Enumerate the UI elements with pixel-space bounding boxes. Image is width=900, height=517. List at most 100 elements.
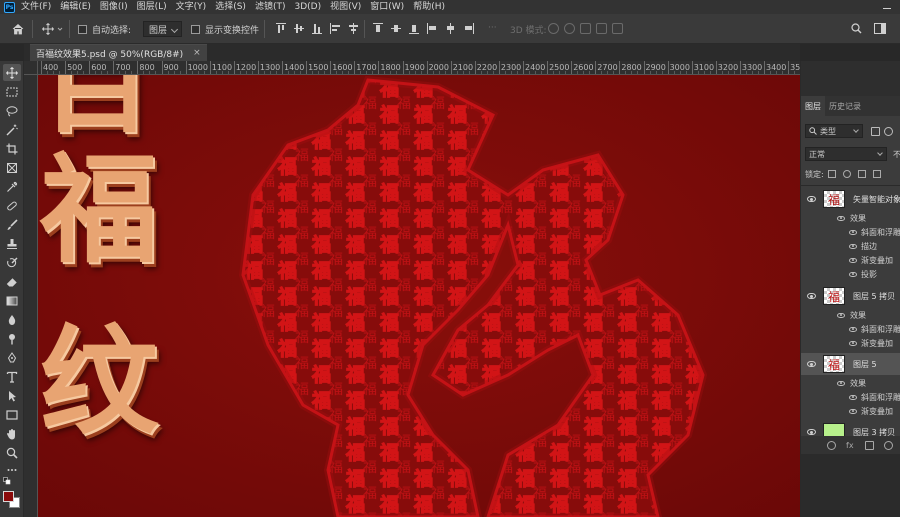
move-icon[interactable] [3,64,21,81]
gradient-icon[interactable] [3,292,21,309]
effect-row[interactable]: 渐变叠加 [801,405,900,418]
effect-row[interactable]: 斜面和浮雕 [801,226,900,239]
ruler-vertical[interactable] [24,75,38,517]
foreground-color-swatch[interactable] [3,491,14,502]
distribute-top-icon[interactable] [373,23,383,34]
default-colors-icon[interactable] [3,477,11,485]
align-hcenter-icon[interactable] [348,23,358,34]
menu-image[interactable]: 图像(I) [100,0,128,14]
adjustment-layer-icon[interactable] [884,440,893,450]
eraser-icon[interactable] [3,273,21,290]
type-icon[interactable] [3,368,21,385]
visibility-eye-icon[interactable] [849,272,857,277]
move-tool-icon[interactable] [42,23,54,35]
visibility-eye-icon[interactable] [849,327,857,332]
effects-row[interactable]: 效果 [801,309,900,322]
effect-row[interactable]: 投影 [801,268,900,281]
visibility-eye-icon[interactable] [837,381,845,386]
path-select-icon[interactable] [3,387,21,404]
visibility-eye-icon[interactable] [837,313,845,318]
rectangle-icon[interactable] [3,406,21,423]
hand-icon[interactable] [3,425,21,442]
lock-transparent-icon[interactable] [827,170,836,178]
visibility-eye-icon[interactable] [849,258,857,263]
slide-3d-icon[interactable] [596,23,607,34]
align-top-icon[interactable] [276,23,286,34]
home-icon[interactable] [12,23,24,35]
align-bottom-icon[interactable] [312,23,322,34]
menu-type[interactable]: 文字(Y) [176,0,207,14]
stamp-icon[interactable] [3,235,21,252]
distribute-vcenter-icon[interactable] [391,23,401,34]
visibility-eye-icon[interactable] [849,409,857,414]
scale-3d-icon[interactable] [612,23,623,34]
distribute-bottom-icon[interactable] [409,23,419,34]
menu-select[interactable]: 选择(S) [215,0,246,14]
lock-image-icon[interactable] [842,170,851,178]
visibility-eye-icon[interactable] [849,244,857,249]
visibility-eye-icon[interactable] [807,361,816,367]
distribute-left-icon[interactable] [427,23,437,34]
close-icon[interactable]: × [193,48,201,58]
pen-icon[interactable] [3,349,21,366]
effect-row[interactable]: 斜面和浮雕 [801,391,900,404]
filter-adjustment-icon[interactable] [884,126,893,136]
dodge-icon[interactable] [3,330,21,347]
effect-row[interactable]: 斜面和浮雕 [801,323,900,336]
orbit-3d-icon[interactable] [548,23,559,34]
effects-row[interactable]: 效果 [801,212,900,225]
menu-filter[interactable]: 滤镜(T) [255,0,286,14]
lock-position-icon[interactable] [857,170,866,178]
layer-row-selected[interactable]: 福 图层 5 [801,353,900,375]
roll-3d-icon[interactable] [564,23,575,34]
show-transform-checkbox[interactable] [191,24,200,34]
drag-3d-icon[interactable] [580,23,591,34]
effect-row[interactable]: 描边 [801,240,900,253]
visibility-eye-icon[interactable] [849,230,857,235]
visibility-eye-icon[interactable] [849,395,857,400]
layer-filter-dropdown[interactable]: 类型 [805,124,863,138]
tab-history[interactable]: 历史记录 [825,96,865,116]
search-icon[interactable] [851,23,862,34]
distribute-hcenter-icon[interactable] [445,23,455,34]
auto-select-dropdown[interactable]: 图层 [143,21,183,37]
document-tab[interactable]: 百福纹效果5.psd @ 50%(RGB/8#) × [30,44,207,61]
options-more-icon[interactable]: ··· [488,23,497,33]
brush-icon[interactable] [3,216,21,233]
minimize-icon[interactable] [882,2,892,12]
menu-view[interactable]: 视图(V) [330,0,361,14]
more-icon[interactable] [3,461,21,478]
link-layers-icon[interactable] [827,440,836,450]
effect-row[interactable]: 渐变叠加 [801,337,900,350]
filter-pixel-icon[interactable] [871,126,880,136]
lasso-icon[interactable] [3,102,21,119]
tab-layers[interactable]: 图层 [801,96,825,116]
photoshop-logo-icon[interactable]: Ps [4,1,15,13]
visibility-eye-icon[interactable] [837,216,845,221]
menu-edit[interactable]: 编辑(E) [60,0,91,14]
visibility-eye-icon[interactable] [807,293,816,299]
marquee-icon[interactable] [3,83,21,100]
align-left-icon[interactable] [330,23,340,34]
visibility-eye-icon[interactable] [807,196,816,202]
menu-help[interactable]: 帮助(H) [413,0,445,14]
menu-window[interactable]: 窗口(W) [370,0,404,14]
frame-icon[interactable] [3,159,21,176]
effects-row[interactable]: 效果 [801,377,900,390]
auto-select-checkbox[interactable] [78,24,87,34]
document-canvas[interactable]: 百 福 纹 福 福 [38,75,800,517]
add-mask-icon[interactable] [865,440,874,450]
lock-artboard-icon[interactable] [872,170,881,178]
crop-icon[interactable] [3,140,21,157]
eyedropper-icon[interactable] [3,178,21,195]
visibility-eye-icon[interactable] [849,341,857,346]
distribute-right-icon[interactable] [463,23,474,34]
effect-row[interactable]: 渐变叠加 [801,254,900,267]
menu-layer[interactable]: 图层(L) [137,0,167,14]
align-vcenter-icon[interactable] [294,23,304,34]
blur-icon[interactable] [3,311,21,328]
menu-file[interactable]: 文件(F) [21,0,51,14]
workspace-icon[interactable] [874,23,886,34]
fx-icon[interactable]: fx [846,441,855,450]
magic-wand-icon[interactable] [3,121,21,138]
